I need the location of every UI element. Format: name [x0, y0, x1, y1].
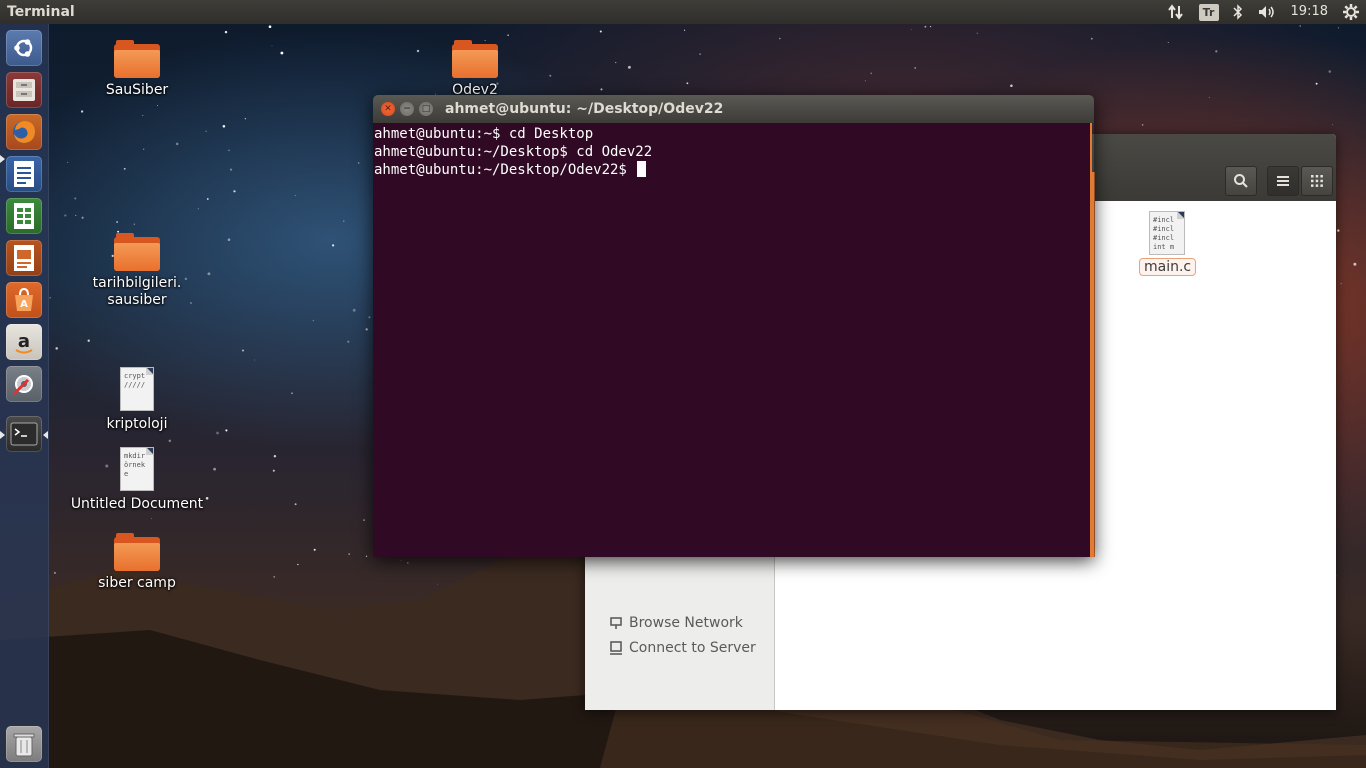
desktop-icon-label: kriptoloji [106, 416, 168, 432]
desktop-icon-label: siber camp [98, 575, 176, 591]
close-icon: ✕ [384, 104, 392, 114]
desktop-folder-odev2[interactable]: Odev2 [434, 40, 516, 98]
terminal-window: ✕ − □ ahmet@ubuntu: ~/Desktop/Odev22 ahm… [373, 95, 1094, 557]
ubuntu-logo-icon [14, 39, 33, 57]
launcher-amazon[interactable]: a [6, 324, 42, 360]
launcher-dash-home[interactable] [6, 30, 42, 66]
terminal-prompt-line: ahmet@ubuntu:~/Desktop/Odev22$ [374, 161, 1089, 179]
power-gear-icon[interactable] [1342, 0, 1360, 24]
launcher: A a [0, 24, 49, 768]
keyboard-layout-label: Tr [1198, 3, 1219, 21]
launcher-libreoffice-impress[interactable] [6, 240, 42, 276]
clock[interactable]: 19:18 [1291, 0, 1328, 24]
trash-icon [13, 733, 35, 757]
amazon-icon: a [15, 331, 33, 354]
maximize-icon: □ [421, 104, 431, 114]
desktop-folder-siber-camp[interactable]: siber camp [96, 533, 178, 591]
text-document-icon: mkdir örnek e [120, 447, 154, 491]
list-view-icon [1277, 176, 1289, 186]
desktop-folder-sausiber[interactable]: SauSiber [96, 40, 178, 98]
launcher-firefox[interactable] [6, 114, 42, 150]
network-icon [610, 617, 622, 629]
active-app-title: Terminal [7, 4, 75, 20]
desktop-folder-tarihbilgileri[interactable]: tarihbilgileri. sausiber [82, 233, 192, 309]
file-item-main-c[interactable]: #incl #incl #incl int m main.c [1139, 211, 1197, 276]
desktop-icon-label: tarihbilgileri. sausiber [92, 275, 182, 308]
settings-wrench-icon [12, 375, 33, 396]
running-indicator [0, 431, 5, 439]
terminal-line: ahmet@ubuntu:~$ cd Desktop [374, 126, 594, 142]
folder-icon [452, 40, 498, 78]
terminal-prompt: ahmet@ubuntu:~/Desktop/Odev22$ [374, 162, 636, 178]
desktop-icon-label: SauSiber [105, 82, 169, 98]
launcher-files[interactable] [6, 72, 42, 108]
impress-icon [14, 245, 34, 271]
indicator-area: Tr 19:18 [1167, 0, 1360, 24]
grid-view-button[interactable] [1301, 166, 1333, 196]
calc-icon [14, 203, 34, 229]
terminal-icon [10, 422, 38, 446]
firefox-icon [13, 121, 35, 143]
network-updown-icon[interactable] [1167, 0, 1185, 24]
file-item-label: main.c [1139, 258, 1197, 276]
svg-text:a: a [18, 331, 30, 352]
writer-icon [14, 161, 34, 187]
grid-view-icon [1311, 175, 1323, 187]
maximize-button[interactable]: □ [419, 102, 433, 116]
shopping-bag-icon: A [15, 287, 33, 311]
svg-text:A: A [20, 299, 28, 310]
minimize-icon: − [403, 104, 411, 114]
top-panel: Terminal Tr 19:18 [0, 0, 1366, 24]
terminal-titlebar[interactable]: ✕ − □ ahmet@ubuntu: ~/Desktop/Odev22 [373, 95, 1094, 123]
launcher-software-center[interactable]: A [6, 282, 42, 318]
search-icon [1234, 174, 1248, 188]
folder-icon [114, 533, 160, 571]
bluetooth-icon[interactable] [1233, 0, 1243, 24]
file-cabinet-icon [13, 79, 35, 101]
focused-indicator [43, 431, 48, 439]
launcher-trash[interactable] [6, 726, 42, 762]
keyboard-layout-indicator[interactable]: Tr [1198, 0, 1219, 24]
volume-icon[interactable] [1257, 0, 1277, 24]
running-indicator [0, 155, 5, 163]
folder-icon [114, 233, 160, 271]
desktop-file-untitled-document[interactable]: mkdir örnek e Untitled Document [68, 447, 206, 512]
text-document-icon: crypt ///// [120, 367, 154, 411]
sidebar-item-label: Browse Network [629, 615, 743, 631]
sidebar-item-browse-network[interactable]: Browse Network [609, 615, 743, 631]
launcher-libreoffice-writer[interactable] [6, 156, 42, 192]
terminal-title: ahmet@ubuntu: ~/Desktop/Odev22 [445, 101, 724, 117]
c-source-file-icon: #incl #incl #incl int m [1149, 211, 1185, 255]
server-icon [610, 641, 622, 655]
desktop-icon-label: Untitled Document [70, 496, 204, 512]
launcher-system-settings[interactable] [6, 366, 42, 402]
terminal-line: ahmet@ubuntu:~/Desktop$ cd Odev22 [374, 144, 653, 160]
folder-icon [114, 40, 160, 78]
sidebar-item-label: Connect to Server [629, 640, 756, 656]
text-cursor [637, 161, 647, 177]
search-button[interactable] [1225, 166, 1257, 196]
launcher-libreoffice-calc[interactable] [6, 198, 42, 234]
list-view-button[interactable] [1267, 166, 1299, 196]
sidebar-item-connect-to-server[interactable]: Connect to Server [609, 640, 756, 656]
terminal-output[interactable]: ahmet@ubuntu:~$ cd Desktop ahmet@ubuntu:… [373, 123, 1092, 557]
launcher-terminal[interactable] [6, 416, 42, 452]
minimize-button[interactable]: − [400, 102, 414, 116]
desktop-file-kriptoloji[interactable]: crypt ///// kriptoloji [96, 367, 178, 432]
close-button[interactable]: ✕ [381, 102, 395, 116]
